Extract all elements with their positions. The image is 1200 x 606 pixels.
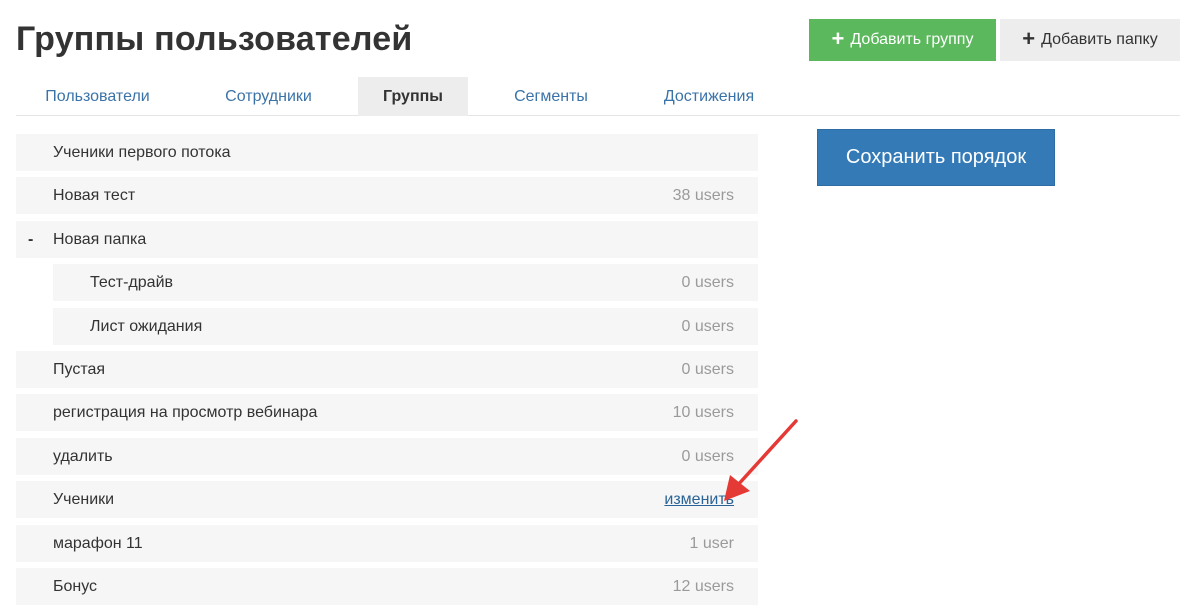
group-row[interactable]: удалить 0 users (16, 438, 758, 475)
plus-icon: + (831, 26, 845, 51)
save-order-button[interactable]: Сохранить порядок (817, 129, 1055, 186)
group-name: Ученики первого потока (53, 144, 231, 161)
group-user-count: 0 users (681, 318, 734, 335)
group-row[interactable]: Новая тест 38 users (16, 177, 758, 214)
group-name: удалить (53, 448, 113, 465)
group-name: регистрация на просмотр вебинара (53, 404, 318, 421)
group-user-count: 12 users (672, 578, 734, 595)
group-user-count: 1 user (689, 535, 734, 552)
group-row[interactable]: Тест-драйв 0 users (53, 264, 758, 301)
group-row[interactable]: регистрация на просмотр вебинара 10 user… (16, 394, 758, 431)
tabs-bar: Пользователи Сотрудники Группы Сегменты … (16, 77, 1180, 116)
add-folder-button[interactable]: + Добавить папку (1000, 19, 1180, 61)
group-name: Пустая (53, 361, 106, 378)
page-title: Группы пользователей (16, 20, 413, 58)
group-row[interactable]: Пустая 0 users (16, 351, 758, 388)
tab-employees[interactable]: Сотрудники (206, 77, 331, 116)
group-row[interactable]: марафон 11 1 user (16, 525, 758, 562)
folder-row[interactable]: - Новая папка (16, 221, 758, 258)
group-user-count: 0 users (681, 274, 734, 291)
add-folder-label: Добавить папку (1041, 31, 1158, 48)
tab-achievements[interactable]: Достижения (639, 77, 779, 116)
add-group-label: Добавить группу (850, 31, 974, 48)
folder-name: Новая папка (53, 231, 147, 248)
tab-segments[interactable]: Сегменты (496, 77, 606, 116)
group-row[interactable]: Бонус 12 users (16, 568, 758, 605)
group-name: Новая тест (53, 187, 136, 204)
collapse-folder-toggle[interactable]: - (28, 221, 33, 258)
group-row[interactable]: Лист ожидания 0 users (53, 308, 758, 345)
group-name: марафон 11 (53, 535, 143, 552)
group-row[interactable]: Ученики первого потока (16, 134, 758, 171)
plus-icon: + (1022, 26, 1036, 51)
group-name: Ученики (53, 491, 115, 508)
group-user-count: 0 users (681, 361, 734, 378)
red-arrow-icon (724, 419, 798, 501)
group-name: Бонус (53, 578, 98, 595)
add-group-button[interactable]: + Добавить группу (809, 19, 996, 61)
group-row[interactable]: Ученики изменить (16, 481, 758, 518)
group-name: Лист ожидания (90, 318, 203, 335)
group-user-count: 38 users (672, 187, 734, 204)
group-name: Тест-драйв (90, 274, 173, 291)
tab-users[interactable]: Пользователи (16, 77, 179, 116)
tab-groups[interactable]: Группы (358, 77, 468, 116)
